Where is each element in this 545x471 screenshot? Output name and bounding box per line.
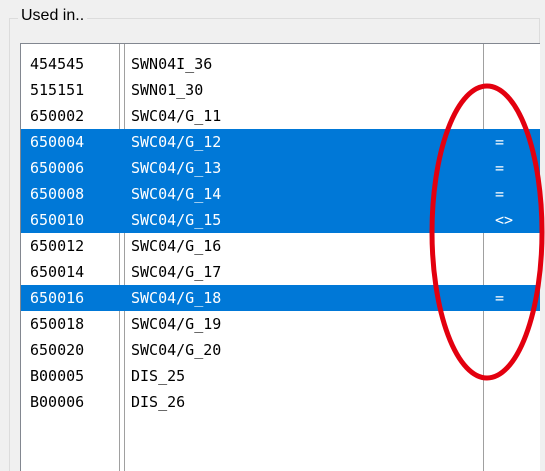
- row-code-cell: 650006: [30, 159, 85, 177]
- used-in-listview[interactable]: 454545 SWN04I_36 515151 SWN01_30 650002 SWC04…: [20, 43, 540, 471]
- row-code-cell: 650020: [30, 341, 85, 359]
- row-code-cell: 650014: [30, 263, 85, 281]
- list-row[interactable]: 650012 SWC04/G_16: [21, 233, 540, 259]
- row-compare-mark: <>: [495, 211, 514, 229]
- list-row[interactable]: 650014 SWC04/G_17: [21, 259, 540, 285]
- list-row[interactable]: 650002 SWC04/G_11: [21, 103, 540, 129]
- row-compare-mark: =: [495, 133, 505, 151]
- row-code-cell: B00005: [30, 367, 85, 385]
- list-row[interactable]: 650018 SWC04/G_19: [21, 311, 540, 337]
- row-name-cell: SWC04/G_17: [131, 263, 222, 281]
- row-name-cell: SWC04/G_16: [131, 237, 222, 255]
- row-name-cell: SWN01_30: [131, 81, 204, 99]
- list-row[interactable]: 650016 SWC04/G_18 =: [21, 285, 540, 311]
- row-code-cell: 650004: [30, 133, 85, 151]
- row-name-cell: SWN04I_36: [131, 55, 213, 73]
- row-code-cell: 515151: [30, 81, 85, 99]
- list-row[interactable]: B00005 DIS_25: [21, 363, 540, 389]
- row-code-cell: 454545: [30, 55, 85, 73]
- row-name-cell: SWC04/G_18: [131, 289, 222, 307]
- row-compare-mark: =: [495, 159, 505, 177]
- row-code-cell: 650008: [30, 185, 85, 203]
- list-row[interactable]: 650010 SWC04/G_15 <>: [21, 207, 540, 233]
- used-in-panel: Used in.. 454545 SWN04I_36 515151 SWN01_30 6…: [0, 0, 545, 471]
- row-name-cell: SWC04/G_14: [131, 185, 222, 203]
- row-name-cell: DIS_26: [131, 393, 186, 411]
- row-code-cell: 650010: [30, 211, 85, 229]
- row-name-cell: SWC04/G_15: [131, 211, 222, 229]
- row-name-cell: SWC04/G_13: [131, 159, 222, 177]
- list-row[interactable]: 650004 SWC04/G_12 =: [21, 129, 540, 155]
- row-name-cell: SWC04/G_20: [131, 341, 222, 359]
- row-code-cell: B00006: [30, 393, 85, 411]
- list-row[interactable]: B00006 DIS_26: [21, 389, 540, 415]
- row-compare-mark: =: [495, 289, 505, 307]
- list-rows: 454545 SWN04I_36 515151 SWN01_30 650002 SWC04…: [21, 51, 540, 415]
- row-code-cell: 650016: [30, 289, 85, 307]
- row-code-cell: 650012: [30, 237, 85, 255]
- row-code-cell: 650002: [30, 107, 85, 125]
- row-name-cell: SWC04/G_11: [131, 107, 222, 125]
- row-code-cell: 650018: [30, 315, 85, 333]
- row-compare-mark: =: [495, 185, 505, 203]
- row-name-cell: DIS_25: [131, 367, 186, 385]
- row-name-cell: SWC04/G_19: [131, 315, 222, 333]
- list-row[interactable]: 650008 SWC04/G_14 =: [21, 181, 540, 207]
- list-row[interactable]: 515151 SWN01_30: [21, 77, 540, 103]
- groupbox-caption: Used in..: [18, 6, 88, 26]
- list-row[interactable]: 454545 SWN04I_36: [21, 51, 540, 77]
- row-name-cell: SWC04/G_12: [131, 133, 222, 151]
- list-row[interactable]: 650020 SWC04/G_20: [21, 337, 540, 363]
- list-row[interactable]: 650006 SWC04/G_13 =: [21, 155, 540, 181]
